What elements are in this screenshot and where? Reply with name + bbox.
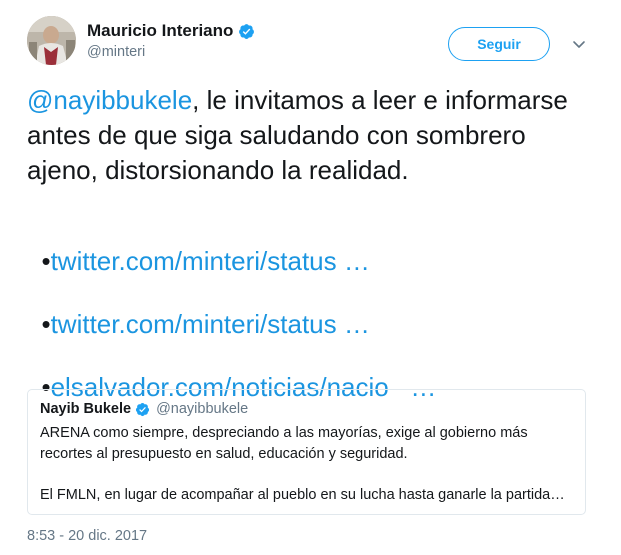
link-line-2: •twitter.com/minteri/status … (27, 272, 369, 342)
verified-badge-icon (135, 402, 150, 417)
quoted-paragraph-1: ARENA como siempre, despreciando a las m… (40, 425, 528, 462)
link-line-1: •twitter.com/minteri/status … (27, 209, 369, 279)
quoted-tweet-header: Nayib Bukele @nayibbukele (40, 401, 573, 417)
quoted-paragraph-2: El FMLN, en lugar de acompañar al pueblo… (40, 487, 565, 503)
avatar[interactable] (27, 16, 76, 65)
tweet-header: Mauricio Interiano @minteri Seguir (27, 16, 597, 68)
tweet-body: @nayibbukele, le invitamos a leer e info… (27, 83, 602, 188)
mention-link[interactable]: @nayibbukele (27, 85, 192, 115)
chevron-down-icon[interactable] (571, 36, 587, 52)
author-info: Mauricio Interiano @minteri (87, 21, 255, 60)
tweet-timestamp[interactable]: 8:53 - 20 dic. 2017 (27, 528, 147, 544)
verified-badge-icon (238, 23, 255, 40)
quoted-tweet-text: ARENA como siempre, despreciando a las m… (40, 423, 573, 506)
author-display-name[interactable]: Mauricio Interiano (87, 21, 233, 41)
quoted-tweet[interactable]: Nayib Bukele @nayibbukele ARENA como sie… (27, 389, 586, 515)
quoted-author-handle: @nayibbukele (156, 401, 249, 417)
author-handle[interactable]: @minteri (87, 44, 255, 60)
follow-button[interactable]: Seguir (448, 27, 550, 61)
quoted-author-name: Nayib Bukele (40, 401, 132, 417)
